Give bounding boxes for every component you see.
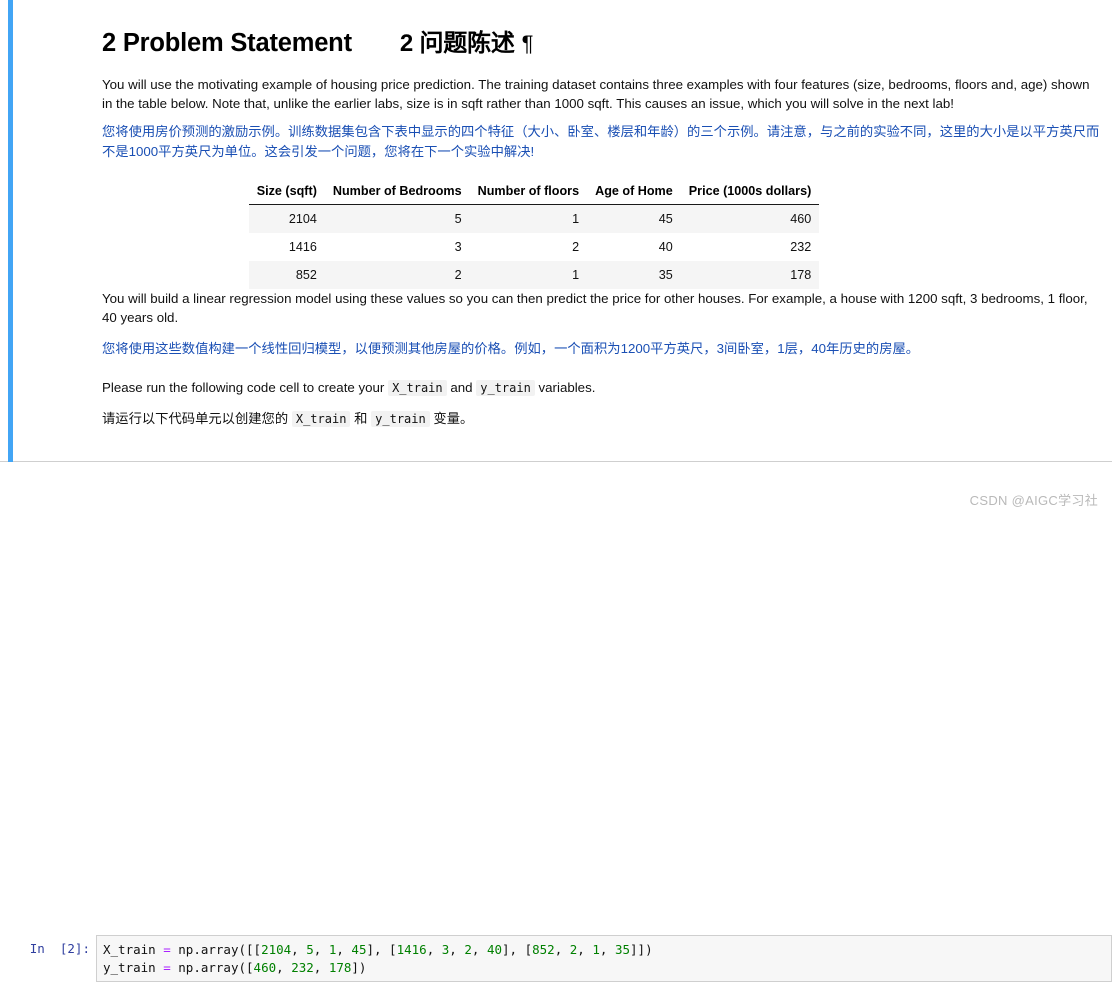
code-editor[interactable]: X_train = np.array([[2104, 5, 1, 45], [1…: [96, 935, 1112, 982]
run-instruction-en-part2: and: [450, 379, 473, 395]
markdown-cell[interactable]: 2 Problem Statement 2 问题陈述 ¶ You will use…: [0, 0, 1112, 462]
cell-size: 2104: [288, 211, 317, 226]
inline-code-y-train: y_train: [476, 379, 535, 396]
model-paragraph-zh: 您将使用这些数值构建一个线性回归模型，以便预测其他房屋的价格。例如，一个面积为1…: [102, 340, 920, 356]
cell-age: 35: [658, 267, 673, 282]
cell-age: 45: [658, 211, 673, 226]
anchor-link-icon[interactable]: ¶: [522, 31, 534, 56]
intro-paragraph-en: You will use the motivating example of h…: [102, 76, 1090, 112]
run-instruction-en-part3: variables.: [538, 379, 596, 395]
column-header-bedrooms: Number of Bedrooms: [324, 179, 470, 205]
cell-age: 40: [658, 239, 673, 254]
page-title: 2 Problem Statement 2 问题陈述 ¶: [102, 0, 1102, 60]
table-head: Size (sqft) Number of Bedrooms Number of…: [248, 179, 820, 205]
run-instruction-zh-part3: 变量。: [433, 411, 474, 427]
table-header-row: Size (sqft) Number of Bedrooms Number of…: [248, 179, 820, 205]
run-instruction-zh-part1: 请运行以下代码单元以创建您的: [102, 411, 289, 427]
table-row: 852 2 1 35 178: [248, 260, 820, 289]
table-row: 1416 3 2 40 232: [248, 232, 820, 261]
cell-bedrooms: 3: [454, 239, 462, 254]
model-paragraph-en: You will build a linear regression model…: [102, 290, 1088, 326]
column-header-price: Price (1000s dollars): [680, 179, 820, 205]
cell-price: 232: [790, 239, 812, 254]
code-line-2: y_train = np.array([460, 232, 178]): [103, 960, 367, 975]
intro-paragraph-zh: 您将使用房价预测的激励示例。训练数据集包含下表中显示的四个特征（大小、卧室、楼层…: [102, 123, 1100, 159]
code-cell-prompt: In [2]:: [29, 941, 90, 956]
cell-price: 178: [790, 267, 812, 282]
inline-code-y-train-zh: y_train: [371, 411, 430, 428]
page-title-en: 2 Problem Statement: [102, 29, 352, 57]
cell-bedrooms: 2: [454, 267, 462, 282]
housing-data-table: Size (sqft) Number of Bedrooms Number of…: [248, 179, 820, 289]
cell-size: 852: [295, 267, 317, 282]
cell-bedrooms: 5: [454, 211, 462, 226]
code-line-1: X_train = np.array([[2104, 5, 1, 45], [1…: [103, 942, 653, 957]
column-header-size: Size (sqft): [248, 179, 325, 205]
inline-code-x-train: X_train: [388, 379, 447, 396]
run-instruction-zh-part2: 和: [354, 411, 368, 427]
markdown-content: 2 Problem Statement 2 问题陈述 ¶ You will use…: [102, 0, 1102, 429]
watermark: CSDN @AIGC学习社: [969, 493, 1098, 508]
housing-data-table-wrapper: Size (sqft) Number of Bedrooms Number of…: [102, 162, 1102, 289]
page-title-zh: 2 问题陈述: [399, 30, 515, 57]
inline-code-x-train-zh: X_train: [291, 411, 351, 428]
column-header-floors: Number of floors: [469, 179, 588, 205]
cell-price: 460: [790, 211, 812, 226]
cell-floors: 1: [572, 267, 580, 282]
cell-floors: 2: [572, 239, 580, 254]
cell-floors: 1: [572, 211, 580, 226]
run-instruction-en-part1: Please run the following code cell to cr…: [102, 379, 385, 395]
code-cell[interactable]: In [2]: X_train = np.array([[2104, 5, 1,…: [0, 463, 1112, 982]
table-body: 2104 5 1 45 460 1416 3 2 40 232 852 2 1 …: [248, 204, 820, 289]
cell-size: 1416: [288, 239, 317, 254]
cell-selection-bar: [8, 0, 13, 462]
run-instruction-en: Please run the following code cell to cr…: [102, 359, 1102, 399]
column-header-age: Age of Home: [587, 179, 681, 205]
table-row: 2104 5 1 45 460: [248, 204, 820, 233]
run-instruction-zh: 请运行以下代码单元以创建您的 X_train 和 y_train 变量。: [102, 398, 1102, 429]
